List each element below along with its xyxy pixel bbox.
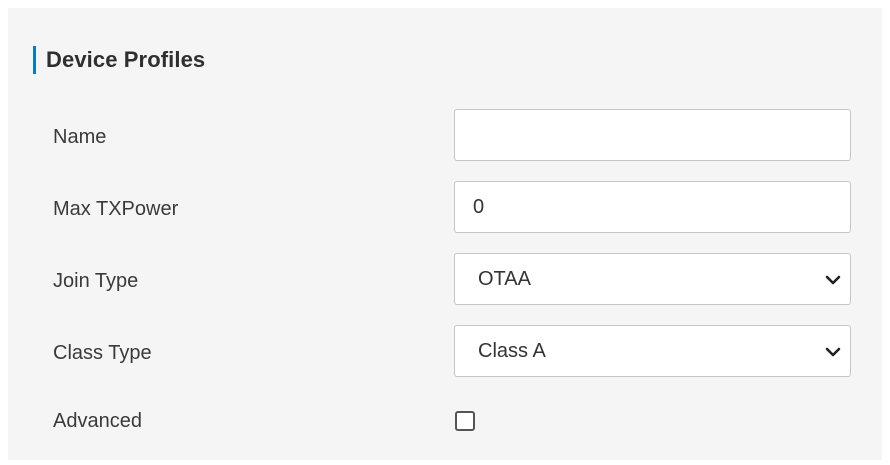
chevron-down-icon	[825, 275, 841, 285]
class-type-selected-value: Class A	[478, 340, 546, 362]
max-txpower-row: Max TXPower 0	[8, 181, 882, 237]
name-input[interactable]	[454, 109, 851, 161]
join-type-label: Join Type	[53, 270, 139, 292]
join-type-select[interactable]: OTAA	[454, 253, 851, 305]
advanced-row: Advanced	[8, 395, 882, 451]
name-row: Name	[8, 109, 882, 165]
max-txpower-input[interactable]: 0	[454, 181, 851, 233]
max-txpower-label: Max TXPower	[53, 198, 179, 220]
class-type-label: Class Type	[53, 342, 152, 364]
class-type-select[interactable]: Class A	[454, 325, 851, 377]
join-type-selected-value: OTAA	[478, 268, 531, 290]
device-profiles-panel: Device Profiles Name Max TXPower 0 Join …	[8, 8, 882, 460]
chevron-down-icon	[825, 347, 841, 357]
advanced-label: Advanced	[53, 410, 142, 432]
class-type-row: Class Type Class A	[8, 325, 882, 381]
name-label: Name	[53, 126, 107, 148]
join-type-row: Join Type OTAA	[8, 253, 882, 309]
section-title: Device Profiles	[46, 47, 206, 72]
advanced-checkbox[interactable]	[455, 411, 475, 431]
section-accent-bar	[33, 46, 36, 74]
section-header: Device Profiles	[33, 41, 205, 79]
